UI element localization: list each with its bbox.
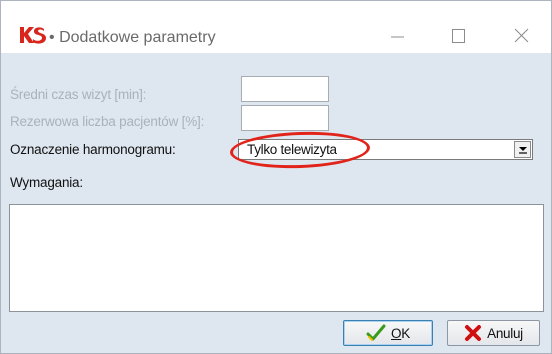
title-separator: • <box>49 29 55 46</box>
requirements-textarea[interactable] <box>9 204 544 312</box>
schedule-marking-select[interactable]: Tylko telewizyta <box>238 139 533 160</box>
checkmark-icon <box>366 324 386 341</box>
requirements-label: Wymagania: <box>10 175 83 190</box>
avg-visit-time-label: Średni czas wizyt [min]: <box>10 87 147 102</box>
schedule-marking-value: Tylko telewizyta <box>247 142 337 157</box>
avg-visit-time-input[interactable] <box>241 76 329 102</box>
reserve-patients-input[interactable] <box>241 105 329 131</box>
title-label: Dodatkowe parametry <box>59 29 216 46</box>
maximize-button[interactable] <box>439 21 479 49</box>
ok-button[interactable]: OK <box>343 320 433 346</box>
minimize-button[interactable] <box>377 21 417 49</box>
reserve-patients-label: Rezerwowa liczba pacjentów [%]: <box>10 114 205 129</box>
dialog-window: • Dodatkowe parametry Średni czas wizyt … <box>0 0 552 354</box>
close-button[interactable] <box>503 21 543 49</box>
chevron-down-icon <box>519 147 527 154</box>
minimize-icon <box>391 36 404 38</box>
schedule-marking-label: Oznaczenie harmonogramu: <box>10 142 176 157</box>
ok-button-label: OK <box>391 325 410 341</box>
close-icon <box>514 28 529 43</box>
cancel-button-label: Anuluj <box>487 325 523 341</box>
maximize-icon <box>452 29 465 43</box>
cancel-button[interactable]: Anuluj <box>447 320 540 346</box>
ks-logo-icon <box>19 25 47 45</box>
dropdown-arrow-button[interactable] <box>514 141 531 158</box>
cancel-x-icon <box>465 325 482 341</box>
title-bar[interactable]: • Dodatkowe parametry <box>1 1 551 53</box>
window-title: • Dodatkowe parametry <box>49 29 216 47</box>
